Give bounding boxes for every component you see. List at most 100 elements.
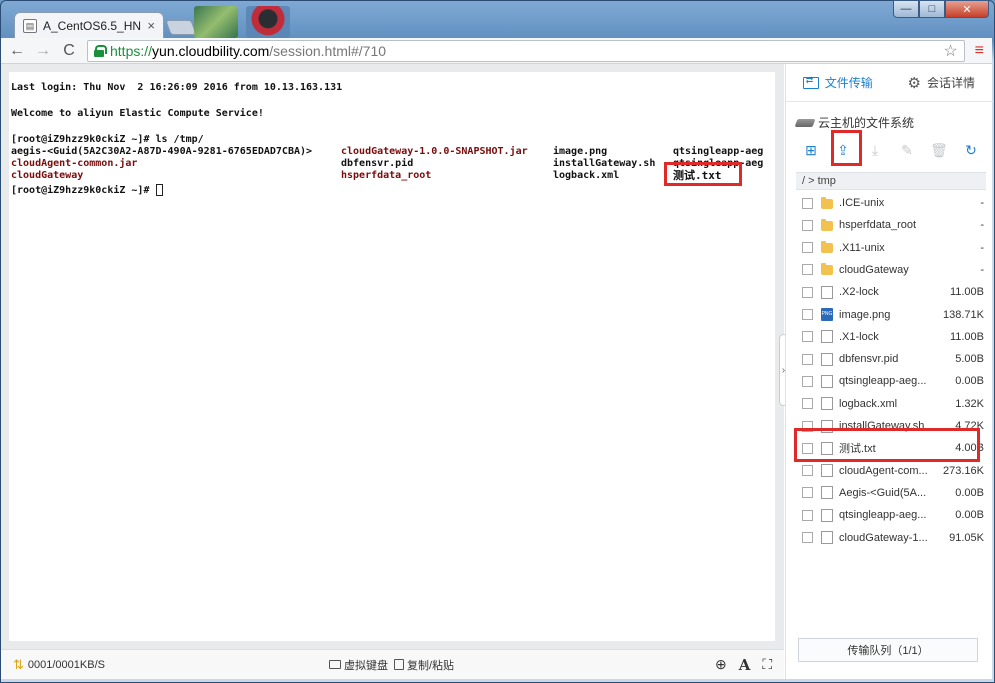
file-size: - <box>980 219 984 232</box>
bookmark-star-icon[interactable]: ☆ <box>943 41 957 61</box>
file-checkbox[interactable] <box>802 331 813 343</box>
file-row[interactable]: logback.xml 1.32K <box>796 393 986 415</box>
maximize-button[interactable]: □ <box>919 0 945 18</box>
font-size-icon[interactable]: A <box>739 656 751 674</box>
rename-pencil-icon[interactable]: ✎ <box>898 142 916 159</box>
side-tabs: 文件传输 ⚙ 会话详情 <box>786 64 993 102</box>
terminal-line: Welcome to aliyun Elastic Compute Servic… <box>11 108 264 119</box>
virtual-keyboard-button[interactable]: 虚拟键盘 <box>329 657 388 673</box>
highlight-annotation <box>794 428 980 462</box>
terminal-screen[interactable]: Last login: Thu Nov 2 16:26:09 2016 from… <box>9 72 775 641</box>
file-size: - <box>980 241 984 254</box>
file-checkbox[interactable] <box>802 532 813 543</box>
terminal-pane: Last login: Thu Nov 2 16:26:09 2016 from… <box>1 64 784 649</box>
refresh-icon[interactable]: ↻ <box>962 142 980 159</box>
terminal-favicon-icon: ▤ <box>23 18 37 33</box>
highlight-annotation <box>664 162 742 186</box>
ls-entry: cloudAgent-common.jar <box>11 158 138 169</box>
file-row[interactable]: cloudGateway-1... 91.05K <box>796 527 986 549</box>
keyboard-icon <box>329 660 341 669</box>
file-icon <box>821 486 833 500</box>
ls-entry: cloudGateway-1.0.0-SNAPSHOT.jar <box>341 146 528 157</box>
file-name: qtsingleapp-aeg... <box>839 509 927 522</box>
url-host: yun.cloudbility.com <box>152 42 270 59</box>
back-arrow-icon[interactable]: ← <box>9 42 25 60</box>
file-row[interactable]: PNG image.png 138.71K <box>796 304 986 326</box>
host-filesystem-label: 云主机的文件系统 <box>818 116 915 130</box>
file-row[interactable]: qtsingleapp-aeg... 0.00B <box>796 370 986 392</box>
file-size: 273.16K <box>943 464 984 477</box>
tab-session-details-label: 会话详情 <box>926 76 975 90</box>
file-icon <box>821 508 833 522</box>
terminal-prompt: [root@iZ9hzz9k0ckiZ ~]# <box>11 184 163 197</box>
file-row[interactable]: qtsingleapp-aeg... 0.00B <box>796 504 986 526</box>
new-tab-button[interactable] <box>165 20 197 35</box>
image-icon: PNG <box>821 308 833 321</box>
address-bar[interactable]: https://yun.cloudbility.com/session.html… <box>87 39 965 62</box>
file-row[interactable]: dbfensvr.pid 5.00B <box>796 348 986 370</box>
file-checkbox[interactable] <box>802 398 813 410</box>
menu-icon[interactable]: ≡ <box>975 42 984 60</box>
transfer-queue-button[interactable]: 传输队列（1/1） <box>798 638 978 662</box>
file-name: hsperfdata_root <box>839 219 917 232</box>
delete-trash-icon[interactable]: 🗑 <box>930 142 948 159</box>
tab-file-transfer-label: 文件传输 <box>824 76 873 90</box>
forward-arrow-icon[interactable]: → <box>35 42 51 60</box>
file-checkbox[interactable] <box>802 487 813 499</box>
prompt-text: [root@iZ9hzz9k0ckiZ ~]# <box>11 185 156 196</box>
file-checkbox[interactable] <box>802 197 813 209</box>
file-checkbox[interactable] <box>802 353 813 365</box>
tab-file-transfer[interactable]: 文件传输 <box>786 64 890 101</box>
url-scheme: https:// <box>110 42 153 59</box>
file-checkbox[interactable] <box>802 509 813 521</box>
file-checkbox[interactable] <box>802 465 813 477</box>
file-row[interactable]: .X2-lock 11.00B <box>796 281 986 303</box>
file-size: - <box>980 263 984 276</box>
folder-icon <box>821 218 833 231</box>
window-controls: — □ ✕ <box>893 0 989 18</box>
reload-icon[interactable]: C <box>61 42 77 60</box>
background-thumbnail <box>194 6 238 38</box>
file-row[interactable]: cloudAgent-com... 273.16K <box>796 460 986 482</box>
file-size: 11.00B <box>949 286 984 299</box>
minimize-button[interactable]: — <box>893 0 919 18</box>
tab-close-icon[interactable]: × <box>147 18 155 33</box>
file-name: cloudGateway-1... <box>839 531 928 544</box>
file-name: .ICE-unix <box>839 197 885 209</box>
file-row[interactable]: .ICE-unix - <box>796 192 986 214</box>
file-checkbox[interactable] <box>802 375 813 387</box>
new-folder-icon[interactable]: ⊞ <box>802 142 820 159</box>
ls-entry: aegis-<Guid(5A2C30A2-A87D-490A-9281-6765… <box>11 146 313 157</box>
clipboard-icon <box>394 659 404 670</box>
file-name: .X1-lock <box>839 330 879 343</box>
file-checkbox[interactable] <box>802 242 813 254</box>
close-window-button[interactable]: ✕ <box>945 0 989 18</box>
fullscreen-icon[interactable]: ⛶ <box>762 656 772 673</box>
file-size: - <box>980 197 984 209</box>
file-row[interactable]: .X1-lock 11.00B <box>796 326 986 348</box>
copy-paste-label: 复制/粘贴 <box>407 659 455 672</box>
file-row[interactable]: .X11-unix - <box>796 237 986 259</box>
breadcrumb[interactable]: / > tmp <box>796 172 986 190</box>
file-checkbox[interactable] <box>802 219 813 231</box>
tab-session-details[interactable]: ⚙ 会话详情 <box>890 64 994 101</box>
copy-paste-button[interactable]: 复制/粘贴 <box>394 657 454 673</box>
file-icon <box>821 464 833 478</box>
file-checkbox[interactable] <box>802 309 813 320</box>
zoom-icon[interactable]: ⊕ <box>715 656 727 673</box>
file-row[interactable]: cloudGateway - <box>796 259 986 281</box>
file-size: 11.00B <box>949 330 984 343</box>
download-icon[interactable]: ⤓ <box>866 142 884 159</box>
file-row[interactable]: hsperfdata_root - <box>796 214 986 236</box>
transfer-rate-value: 0001/0001KB/S <box>27 658 105 671</box>
terminal-cursor <box>155 184 163 196</box>
tab-title: A_CentOS6.5_HN1 <box>43 18 142 33</box>
file-row[interactable]: Aegis-<Guid(5A... 0.00B <box>796 482 986 504</box>
transfer-arrows-icon: ⇅ <box>13 656 24 672</box>
file-name: image.png <box>839 308 891 321</box>
ls-entry: hsperfdata_root <box>341 170 432 181</box>
file-checkbox[interactable] <box>802 286 813 298</box>
ls-entry: cloudGateway <box>11 170 84 181</box>
browser-tab[interactable]: ▤ A_CentOS6.5_HN1 × <box>14 12 164 38</box>
file-checkbox[interactable] <box>802 264 813 276</box>
